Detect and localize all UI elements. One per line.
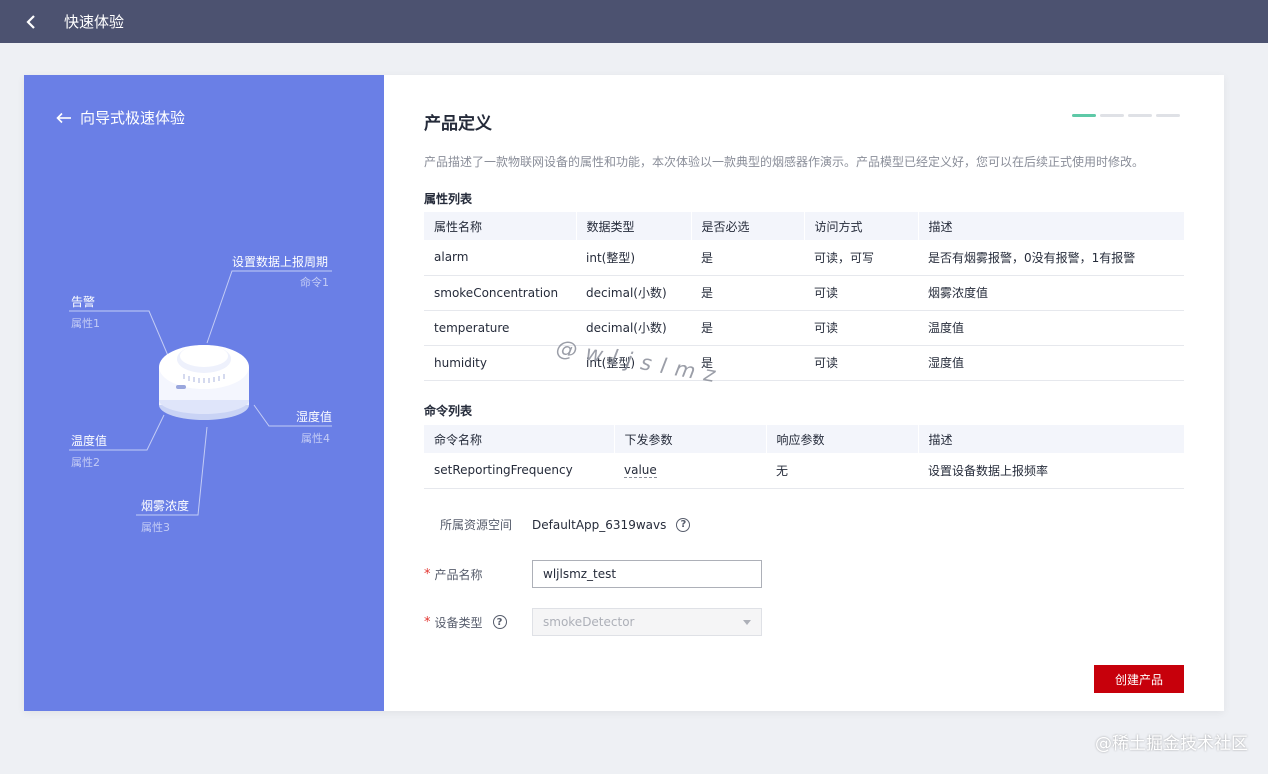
corner-watermark: @稀土掘金技术社区 (1095, 734, 1248, 754)
required-asterisk: * (424, 566, 431, 582)
command-desc: 设置设备数据上报频率 (918, 453, 1184, 489)
property-access: 可读 (804, 345, 918, 381)
property-type: decimal(小数) (576, 275, 691, 311)
step-1-indicator (1072, 114, 1096, 117)
property-desc: 湿度值 (918, 345, 1184, 381)
callout-temperature: 温度值 (71, 434, 108, 448)
product-name-label: * 产品名称 (424, 566, 532, 583)
page-title: 产品定义 (424, 114, 492, 134)
commands-table: 命令名称 下发参数 响应参数 描述 setReportingFrequency … (424, 425, 1185, 489)
chevron-left-icon[interactable] (14, 4, 50, 40)
chevron-down-icon (743, 619, 751, 625)
properties-table: 属性名称 数据类型 是否必选 访问方式 描述 alarm int(整型) 是 可… (424, 212, 1185, 381)
table-row: alarm int(整型) 是 可读，可写 是否有烟雾报警，0没有报警，1有报警 (424, 240, 1184, 276)
property-access: 可读 (804, 275, 918, 311)
top-bar: 快速体验 (0, 0, 1268, 43)
commands-section-title: 命令列表 (424, 404, 473, 418)
column-header: 响应参数 (766, 425, 919, 453)
page-header-title: 快速体验 (64, 13, 125, 31)
property-desc: 是否有烟雾报警，0没有报警，1有报警 (918, 240, 1184, 276)
product-name-label-text: 产品名称 (434, 567, 483, 582)
wizard-illustration-panel: 向导式极速体验 设置数据上报周期 命令1 告警 属性1 湿度值 属性4 温度值 … (24, 75, 384, 711)
wizard-card: 向导式极速体验 设置数据上报周期 命令1 告警 属性1 湿度值 属性4 温度值 … (24, 75, 1224, 711)
resource-space-label: 所属资源空间 (440, 518, 513, 532)
callout-smoke-sub: 属性3 (141, 521, 170, 534)
step-4-indicator (1156, 114, 1180, 117)
create-product-button[interactable]: 创建产品 (1094, 665, 1184, 693)
property-type: int(整型) (576, 240, 691, 276)
table-header-row: 命令名称 下发参数 响应参数 描述 (424, 425, 1185, 453)
callout-report-period-sub: 命令1 (300, 276, 329, 289)
column-header: 描述 (918, 425, 1185, 453)
column-header: 访问方式 (804, 212, 919, 240)
command-name: setReportingFrequency (424, 453, 614, 489)
table-row: smokeConcentration decimal(小数) 是 可读 烟雾浓度… (424, 275, 1184, 311)
table-row: temperature decimal(小数) 是 可读 温度值 (424, 310, 1184, 346)
callout-humidity-sub: 属性4 (301, 432, 330, 445)
device-type-row: * 设备类型 ? smokeDetector (424, 608, 762, 636)
callout-alarm: 告警 (71, 295, 96, 309)
column-header: 数据类型 (576, 212, 692, 240)
step-3-indicator (1128, 114, 1152, 117)
callout-alarm-sub: 属性1 (71, 317, 100, 330)
callout-humidity: 湿度值 (296, 410, 333, 424)
smoke-detector-diagram (69, 270, 332, 516)
device-type-select[interactable]: smokeDetector (532, 608, 762, 636)
device-type-label-text: 设备类型 (434, 615, 483, 630)
property-desc: 烟雾浓度值 (918, 275, 1184, 311)
resource-space-row: 所属资源空间 DefaultApp_6319wavs ? (440, 516, 691, 533)
table-row: humidity int(整型) 是 可读 湿度值 (424, 345, 1184, 381)
callout-temperature-sub: 属性2 (71, 456, 100, 469)
help-icon[interactable]: ? (492, 615, 507, 629)
column-header: 命令名称 (424, 425, 615, 453)
property-name: temperature (424, 310, 576, 346)
product-description: 产品描述了一款物联网设备的属性和功能，本次体验以一款典型的烟感器作演示。产品模型… (424, 155, 1145, 169)
column-header: 描述 (918, 212, 1185, 240)
command-response: 无 (766, 453, 918, 489)
resource-space-value: DefaultApp_6319wavs ? (532, 517, 691, 532)
step-2-indicator (1100, 114, 1124, 117)
callout-report-period: 设置数据上报周期 (232, 255, 329, 269)
device-type-value: smokeDetector (543, 615, 635, 629)
property-desc: 温度值 (918, 310, 1184, 346)
column-header: 属性名称 (424, 212, 577, 240)
product-name-input[interactable] (532, 560, 762, 588)
property-type: decimal(小数) (576, 310, 691, 346)
required-asterisk: * (424, 614, 431, 630)
table-row: setReportingFrequency value 无 设置设备数据上报频率 (424, 453, 1184, 489)
property-required: 是 (691, 240, 804, 276)
help-icon[interactable]: ? (676, 517, 691, 532)
column-header: 是否必选 (691, 212, 805, 240)
property-access: 可读 (804, 310, 918, 346)
command-param-link[interactable]: value (624, 463, 657, 479)
resource-space-text: DefaultApp_6319wavs (532, 517, 667, 532)
step-indicator (1072, 114, 1180, 117)
column-header: 下发参数 (614, 425, 767, 453)
property-required: 是 (691, 310, 804, 346)
property-access: 可读，可写 (804, 240, 918, 276)
properties-section-title: 属性列表 (424, 192, 473, 206)
table-header-row: 属性名称 数据类型 是否必选 访问方式 描述 (424, 212, 1185, 240)
property-required: 是 (691, 275, 804, 311)
property-name: smokeConcentration (424, 275, 576, 311)
device-type-label: * 设备类型 ? (424, 614, 532, 631)
command-param-cell: value (614, 453, 766, 489)
property-name: alarm (424, 240, 576, 276)
callout-smoke: 烟雾浓度 (141, 499, 190, 513)
product-definition-panel: 产品定义 产品描述了一款物联网设备的属性和功能，本次体验以一款典型的烟感器作演示… (384, 75, 1224, 711)
property-name: humidity (424, 345, 576, 381)
product-name-row: * 产品名称 (424, 560, 762, 588)
